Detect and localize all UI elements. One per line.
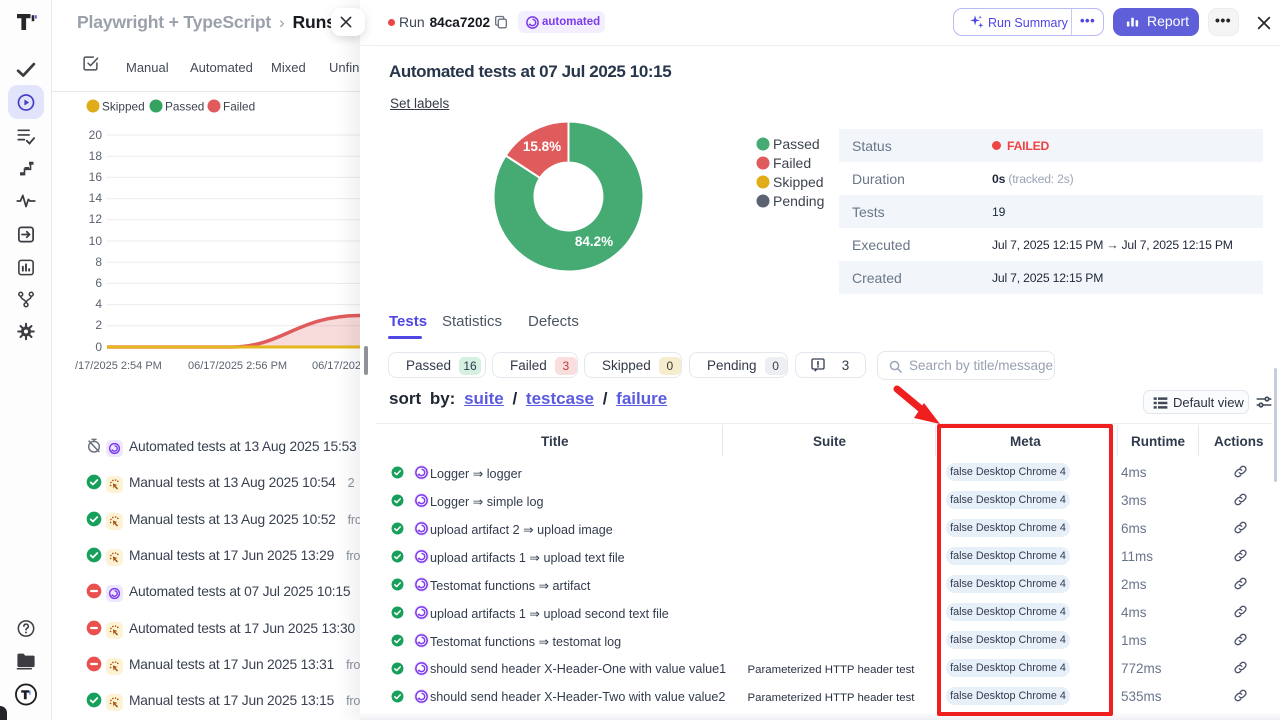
- svg-text:06/17/2025 2:56 PM: 06/17/2025 2:56 PM: [188, 360, 287, 372]
- svg-text:10: 10: [89, 234, 103, 248]
- svg-text:Failed: Failed: [773, 155, 811, 171]
- svg-text:6: 6: [95, 276, 102, 290]
- svg-text:2: 2: [95, 318, 102, 332]
- svg-text:Passed: Passed: [165, 100, 204, 114]
- svg-text:20: 20: [89, 128, 103, 142]
- svg-text:8: 8: [95, 255, 102, 269]
- svg-text:/17/2025 2:54 PM: /17/2025 2:54 PM: [75, 360, 162, 372]
- svg-text:16: 16: [89, 170, 103, 184]
- svg-text:Skipped: Skipped: [102, 100, 145, 114]
- svg-text:Pending: Pending: [773, 193, 824, 209]
- svg-text:Skipped: Skipped: [773, 174, 824, 190]
- svg-text:15.8%: 15.8%: [523, 139, 561, 154]
- svg-text:06/17/2025: 06/17/2025: [312, 360, 363, 372]
- svg-text:4: 4: [95, 297, 102, 311]
- svg-text:0: 0: [95, 340, 102, 354]
- svg-text:12: 12: [89, 212, 103, 226]
- svg-text:Failed: Failed: [223, 100, 255, 114]
- svg-text:Passed: Passed: [773, 136, 820, 152]
- svg-text:14: 14: [89, 191, 103, 205]
- svg-text:84.2%: 84.2%: [575, 234, 613, 249]
- svg-text:18: 18: [89, 149, 103, 163]
